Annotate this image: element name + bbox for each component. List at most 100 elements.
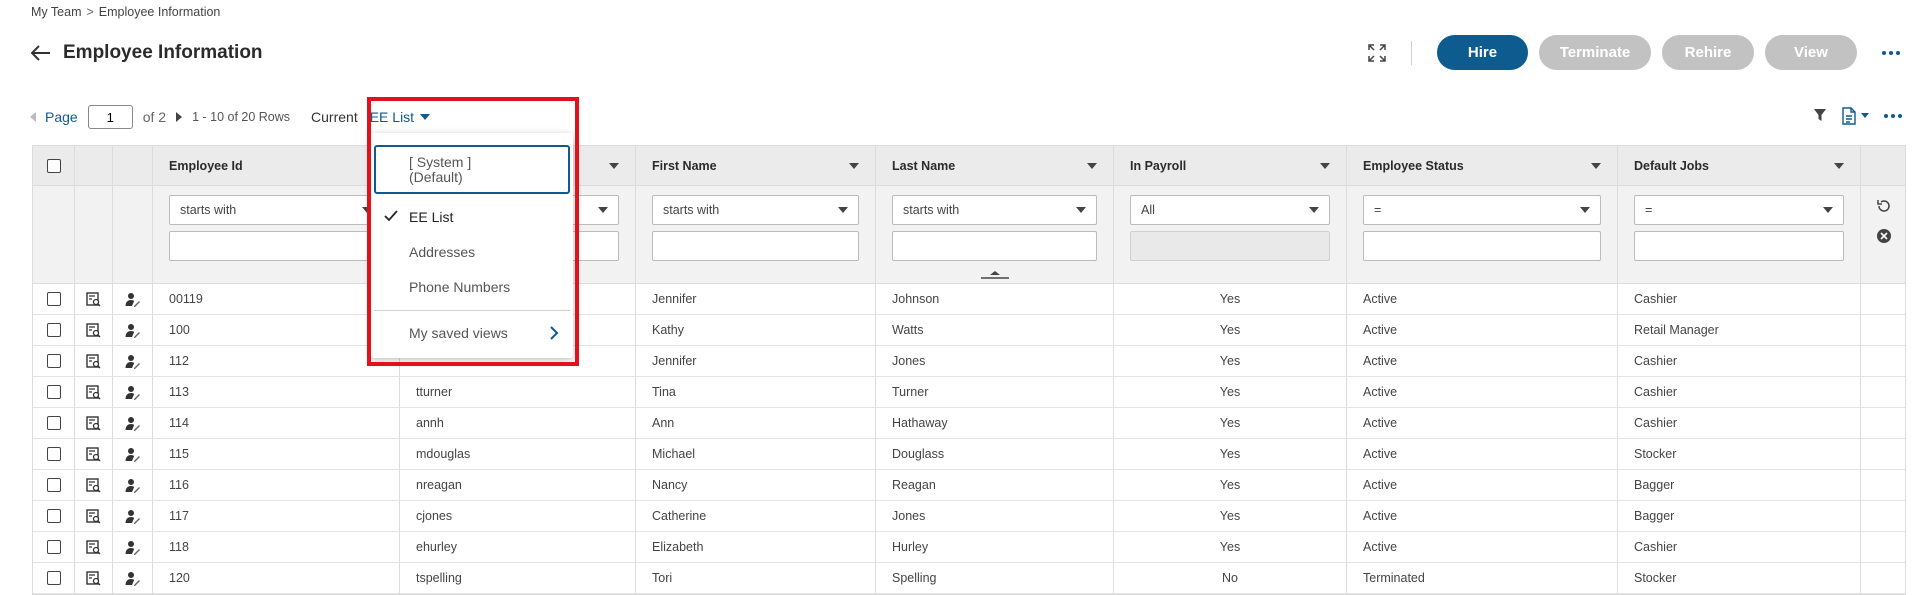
edit-person-icon[interactable]: [125, 478, 141, 493]
breadcrumb: My Team > Employee Information: [31, 5, 220, 19]
row-checkbox[interactable]: [46, 416, 61, 430]
edit-person-icon[interactable]: [125, 354, 141, 369]
filter-text-input[interactable]: [652, 231, 859, 261]
view-option-label: EE List: [409, 208, 454, 225]
cell-last-name: Hurley: [876, 532, 1114, 562]
clear-filter-icon[interactable]: [1876, 228, 1892, 244]
hire-button[interactable]: Hire: [1437, 35, 1528, 70]
edit-person-icon[interactable]: [125, 447, 141, 462]
table-row[interactable]: 114 annh Ann Hathaway Yes Active Cashier: [33, 408, 1905, 439]
export-icon[interactable]: [1841, 107, 1870, 125]
table-row[interactable]: 112 Jennifer Jones Yes Active Cashier: [33, 346, 1905, 377]
reset-filter-icon[interactable]: [1876, 198, 1892, 214]
chevron-right-icon: [550, 326, 559, 340]
row-checkbox[interactable]: [46, 447, 61, 461]
filter-text-input[interactable]: [1363, 231, 1601, 261]
filter-operator-select[interactable]: =: [1363, 195, 1601, 225]
table-row[interactable]: 118 ehurley Elizabeth Hurley Yes Active …: [33, 532, 1905, 563]
row-checkbox[interactable]: [46, 478, 61, 492]
filter-text-input[interactable]: [169, 231, 383, 261]
more-options-icon[interactable]: [1882, 50, 1900, 55]
rehire-button[interactable]: Rehire: [1662, 35, 1754, 70]
chevron-down-icon[interactable]: [1320, 162, 1330, 169]
column-header-employee-id[interactable]: Employee Id: [153, 146, 400, 185]
employee-details-icon[interactable]: [86, 446, 101, 462]
chevron-down-icon[interactable]: [1591, 162, 1601, 169]
toolbar-divider: [1411, 40, 1412, 65]
row-checkbox[interactable]: [46, 292, 61, 306]
edit-person-icon[interactable]: [125, 416, 141, 431]
filter-operator-select[interactable]: starts with: [652, 195, 859, 225]
table-row[interactable]: 117 cjones Catherine Jones Yes Active Ba…: [33, 501, 1905, 532]
select-all-cell: [33, 146, 75, 185]
employee-details-icon[interactable]: [86, 353, 101, 369]
row-checkbox[interactable]: [46, 354, 61, 368]
row-checkbox[interactable]: [46, 385, 61, 399]
select-all-checkbox[interactable]: [46, 158, 61, 173]
grid-more-options-icon[interactable]: [1884, 114, 1902, 118]
employee-details-icon[interactable]: [86, 570, 101, 586]
collapse-filter-icon[interactable]: [980, 269, 1010, 279]
column-header-default-jobs[interactable]: Default Jobs: [1618, 146, 1861, 185]
table-row[interactable]: 115 mdouglas Michael Douglass Yes Active…: [33, 439, 1905, 470]
edit-person-icon[interactable]: [125, 292, 141, 307]
table-row[interactable]: 113 tturner Tina Turner Yes Active Cashi…: [33, 377, 1905, 408]
employee-details-icon[interactable]: [86, 539, 101, 555]
table-row[interactable]: 100 Kathy Watts Yes Active Retail Manage…: [33, 315, 1905, 346]
employee-details-icon[interactable]: [86, 384, 101, 400]
filter-operator-select[interactable]: =: [1634, 195, 1844, 225]
check-icon: [384, 210, 398, 222]
chevron-down-icon[interactable]: [1834, 162, 1844, 169]
column-header-first-name[interactable]: First Name: [636, 146, 876, 185]
chevron-down-icon[interactable]: [849, 162, 859, 169]
row-checkbox[interactable]: [46, 323, 61, 337]
edit-person-icon[interactable]: [125, 385, 141, 400]
previous-page-icon[interactable]: [30, 112, 36, 122]
view-option-addresses[interactable]: Addresses: [371, 234, 573, 269]
chevron-down-icon: [1823, 207, 1833, 213]
employee-details-icon[interactable]: [86, 508, 101, 524]
view-option-my-saved-views[interactable]: My saved views: [371, 315, 573, 350]
chevron-down-icon[interactable]: [609, 162, 619, 169]
cell-first-name: Catherine: [636, 501, 876, 531]
filter-operator-select[interactable]: starts with: [892, 195, 1097, 225]
column-header-in-payroll[interactable]: In Payroll: [1114, 146, 1347, 185]
employee-details-icon[interactable]: [86, 477, 101, 493]
edit-person-icon[interactable]: [125, 323, 141, 338]
view-option-system-default[interactable]: [ System ] (Default): [374, 145, 570, 194]
edit-person-icon[interactable]: [125, 509, 141, 524]
employee-details-icon[interactable]: [86, 322, 101, 338]
table-row[interactable]: 00119 Jennifer Johnson Yes Active Cashie…: [33, 284, 1905, 315]
employee-details-icon[interactable]: [86, 291, 101, 307]
column-header-last-name[interactable]: Last Name: [876, 146, 1114, 185]
row-checkbox[interactable]: [46, 540, 61, 554]
cell-employee-status: Active: [1347, 377, 1618, 407]
table-row[interactable]: 116 nreagan Nancy Reagan Yes Active Bagg…: [33, 470, 1905, 501]
cell-in-payroll: Yes: [1114, 284, 1347, 314]
view-button[interactable]: View: [1765, 35, 1857, 70]
back-arrow-icon[interactable]: [31, 41, 55, 65]
row-checkbox[interactable]: [46, 571, 61, 585]
column-header-employee-status[interactable]: Employee Status: [1347, 146, 1618, 185]
filter-text-input[interactable]: [892, 231, 1097, 261]
page-number-input[interactable]: [87, 105, 133, 129]
edit-person-icon[interactable]: [125, 571, 141, 586]
filter-text-input[interactable]: [1634, 231, 1844, 261]
view-select-dropdown[interactable]: EE List: [370, 109, 431, 125]
view-option-label: Phone Numbers: [409, 278, 511, 295]
employee-details-icon[interactable]: [86, 415, 101, 431]
filter-operator-select[interactable]: starts with: [169, 195, 383, 225]
terminate-button[interactable]: Terminate: [1539, 35, 1651, 70]
breadcrumb-parent[interactable]: My Team: [31, 5, 81, 19]
row-select-cell: [33, 315, 75, 345]
table-row[interactable]: 120 tspelling Tori Spelling No Terminate…: [33, 563, 1905, 594]
next-page-icon[interactable]: [176, 112, 183, 122]
filter-operator-select[interactable]: All: [1130, 195, 1330, 225]
filter-icon[interactable]: [1813, 108, 1827, 125]
view-option-ee-list[interactable]: EE List: [371, 199, 573, 234]
expand-icon[interactable]: [1365, 41, 1389, 65]
chevron-down-icon[interactable]: [1087, 162, 1097, 169]
row-checkbox[interactable]: [46, 509, 61, 523]
edit-person-icon[interactable]: [125, 540, 141, 555]
view-option-phone-numbers[interactable]: Phone Numbers: [371, 269, 573, 304]
